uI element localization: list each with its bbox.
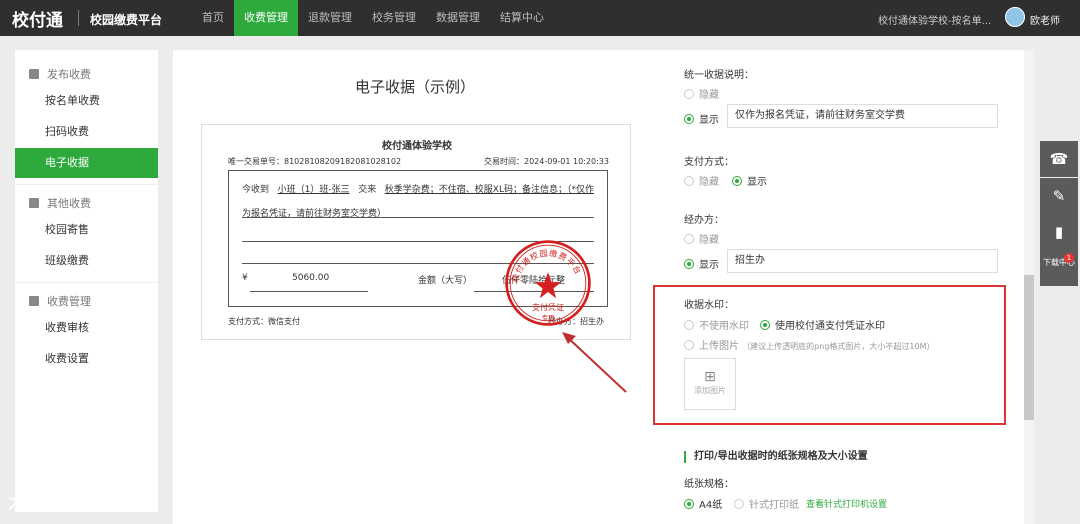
sidebar-item-settings[interactable]: 收费设置 [15,344,158,374]
annotation-arrow [562,332,627,393]
avatar[interactable] [1005,7,1025,27]
receipt-line-2: 为报名凭证，请前往财务室交学费） [242,209,387,219]
payment-show-radio[interactable]: 显示 [732,173,767,188]
printer-settings-link[interactable]: 查看针式打印机设置 [806,497,887,510]
platform-title: 校园缴费平台 [90,13,163,27]
print-settings-title: 打印/导出收据时的纸张规格及大小设置 [684,451,868,463]
divider [78,10,79,26]
grid-icon [29,198,39,208]
divider [250,291,368,292]
operator-label: 经办方： [684,215,724,226]
payment-label: 支付方式： [684,157,734,168]
sidebar-item-list-charge[interactable]: 按名单收费 [15,86,158,116]
note-input[interactable]: 仅作为报名凭证，请前往财务室交学费 [727,104,998,128]
edit-icon[interactable]: ✎ [1040,178,1078,214]
divider [15,282,158,283]
customer-service-icon[interactable]: ☎ [1040,141,1078,177]
nav-charge-management[interactable]: 收费管理 [234,0,298,36]
receipt-preview-title: 电子收据（示例） [355,78,476,96]
main-nav: 首页 收费管理 退款管理 校务管理 数据管理 结算中心 [192,0,554,36]
notification-badge: 1 [1064,253,1074,263]
receipt-line-1: 今收到 小班（1）班-张三 交来 秋季学杂费；不住宿、校服XL码；备注信息；（*… [242,185,594,195]
nav-refund-management[interactable]: 退款管理 [298,0,362,36]
divider [15,184,158,185]
sidebar-item-class-payment[interactable]: 班级缴费 [15,246,158,276]
receipt-amount: 5060.00 [292,273,330,283]
payment-hide-radio[interactable]: 隐藏 [684,173,719,188]
operator-input[interactable]: 招生办 [727,249,998,273]
nav-data-management[interactable]: 数据管理 [426,0,490,36]
watermark-label: 收据水印： [684,300,734,311]
receipt-currency: ¥ [242,273,248,283]
operator-hide-radio[interactable]: 隐藏 [684,231,719,246]
note-show-radio[interactable]: 显示 [684,111,719,126]
official-stamp-watermark: 校付通校园缴费平台 支付凭证 专用 [505,240,591,326]
watermark-upload-radio[interactable]: 上传图片 （建议上传透明底的png格式图片，大小不超过10M） [684,337,935,352]
download-center-button[interactable]: 下载中心 1 [1040,250,1078,286]
sidebar-group-other: 其他收费 [29,195,91,211]
sidebar-item-scan-charge[interactable]: 扫码收费 [15,117,158,147]
watermark-default-radio[interactable]: 使用校付通支付凭证水印 [760,317,885,332]
sidebar-item-review[interactable]: 收费审核 [15,313,158,343]
note-label: 统一收据说明： [684,70,754,81]
receipt-trade-time: 交易时间：2024-09-01 10:20:33 [484,157,609,166]
watermark-text: 大数跨境 [8,492,84,513]
nav-home[interactable]: 首页 [192,0,234,36]
top-bar: 校付通 校园缴费平台 首页 收费管理 退款管理 校务管理 数据管理 结算中心 校… [0,0,1080,36]
nav-settlement-center[interactable]: 结算中心 [490,0,554,36]
receipt-school: 校付通体验学校 [382,141,452,152]
paper-a4-radio[interactable]: A4纸 [684,496,722,511]
user-name[interactable]: 欧老师 [1030,12,1060,27]
sidebar: 发布收费 按名单收费 扫码收费 电子收据 其他收费 校园寄售 班级缴费 收费管理… [15,50,158,512]
watermark-none-radio[interactable]: 不使用水印 [684,317,749,332]
edit-icon [29,69,39,79]
operator-show-radio[interactable]: 显示 [684,256,719,271]
sidebar-group-manage: 收费管理 [29,293,91,309]
paper-dot-matrix-radio[interactable]: 针式打印纸 [734,496,799,511]
school-switcher[interactable]: 校付通体验学校-按名单... [878,12,991,27]
svg-text:专用: 专用 [542,313,555,322]
image-add-icon: ⊞ [704,369,716,385]
note-hide-radio[interactable]: 隐藏 [684,86,719,101]
sidebar-item-e-receipt[interactable]: 电子收据 [15,148,158,178]
svg-text:支付凭证: 支付凭证 [532,302,564,312]
book-icon[interactable]: ▮ [1040,214,1078,250]
nav-school-affairs[interactable]: 校务管理 [362,0,426,36]
receipt-amount-caps-label: 金额（大写） [418,276,473,286]
sidebar-item-consignment[interactable]: 校园寄售 [15,215,158,245]
paper-size-label: 纸张规格： [684,479,734,490]
receipt-trade-no: 唯一交易单号：8102810820918208102810​2 [228,157,402,166]
receipt-payment-method: 支付方式：微信支付 [228,317,300,326]
scrollbar-thumb[interactable] [1024,275,1034,420]
add-image-button[interactable]: ⊞ 添加图片 [684,358,736,410]
settings-icon [29,296,39,306]
sidebar-group-publish: 发布收费 [29,66,91,82]
logo: 校付通 [12,11,63,31]
